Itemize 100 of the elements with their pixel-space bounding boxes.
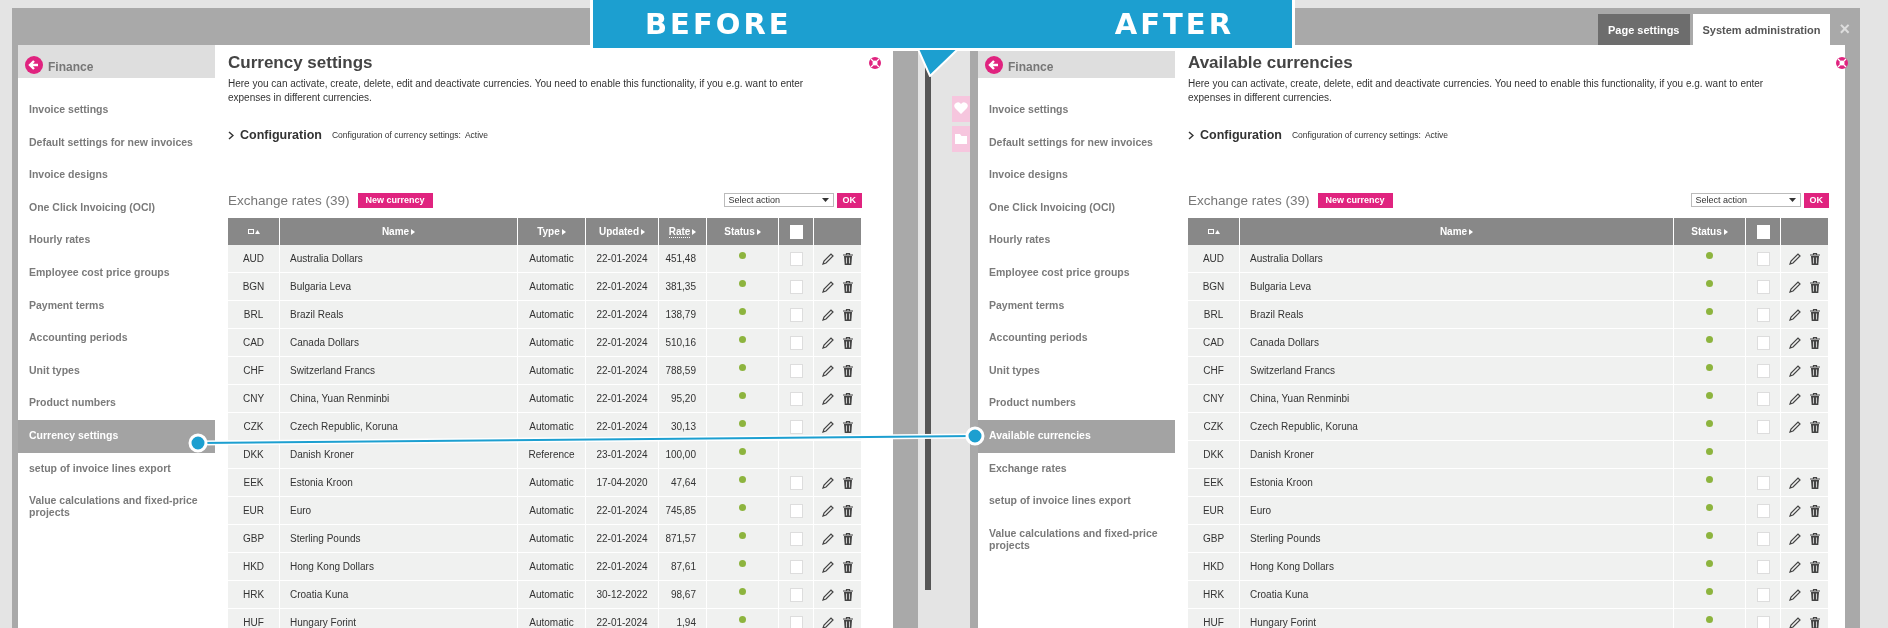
sidebar-item[interactable]: Employee cost price groups — [18, 256, 215, 290]
row-checkbox[interactable] — [1756, 615, 1770, 628]
trash-icon[interactable] — [1810, 560, 1820, 573]
row-checkbox[interactable] — [789, 615, 803, 628]
edit-icon[interactable] — [1789, 616, 1801, 628]
trash-icon[interactable] — [843, 504, 853, 517]
trash-icon[interactable] — [843, 420, 853, 433]
sidebar-item[interactable]: Hourly rates — [978, 224, 1175, 257]
trash-icon[interactable] — [843, 308, 853, 321]
trash-icon[interactable] — [1810, 476, 1820, 489]
sidebar-item[interactable]: Invoice settings — [978, 94, 1175, 127]
trash-icon[interactable] — [1810, 308, 1820, 321]
sidebar-item[interactable]: Default settings for new invoices — [18, 126, 215, 160]
edit-icon[interactable] — [822, 336, 834, 349]
edit-icon[interactable] — [822, 308, 834, 321]
trash-icon[interactable] — [843, 252, 853, 265]
row-checkbox[interactable] — [789, 531, 803, 546]
edit-icon[interactable] — [1789, 364, 1801, 377]
edit-icon[interactable] — [1789, 588, 1801, 601]
row-checkbox[interactable] — [1756, 335, 1770, 350]
edit-icon[interactable] — [822, 364, 834, 377]
row-checkbox[interactable] — [1756, 363, 1770, 378]
sidebar-item[interactable]: One Click Invoicing (OCI) — [18, 191, 215, 225]
sidebar-item[interactable]: Value calculations and fixed-price projects — [978, 517, 1175, 551]
trash-icon[interactable] — [843, 392, 853, 405]
trash-icon[interactable] — [843, 336, 853, 349]
action-select[interactable]: Select action — [1690, 193, 1801, 207]
trash-icon[interactable] — [843, 280, 853, 293]
edit-icon[interactable] — [822, 532, 834, 545]
row-checkbox[interactable] — [1756, 559, 1770, 574]
trash-icon[interactable] — [1810, 280, 1820, 293]
trash-icon[interactable] — [1810, 420, 1820, 433]
edit-icon[interactable] — [1789, 560, 1801, 573]
trash-icon[interactable] — [1810, 532, 1820, 545]
trash-icon[interactable] — [1810, 504, 1820, 517]
row-checkbox[interactable] — [789, 363, 803, 378]
configuration-toggle[interactable]: Configuration — [228, 128, 322, 142]
trash-icon[interactable] — [843, 588, 853, 601]
tab[interactable]: Page settings — [1597, 14, 1690, 45]
sidebar-item[interactable]: One Click Invoicing (OCI) — [978, 191, 1175, 225]
edit-icon[interactable] — [822, 420, 834, 433]
help-icon[interactable] — [1835, 56, 1849, 70]
edit-icon[interactable] — [1789, 280, 1801, 293]
row-checkbox[interactable] — [789, 251, 803, 266]
sidebar-item[interactable]: Available currencies — [978, 419, 1175, 453]
edit-icon[interactable] — [1789, 476, 1801, 489]
sidebar-item[interactable]: setup of invoice lines export — [978, 485, 1175, 518]
trash-icon[interactable] — [843, 476, 853, 489]
row-checkbox[interactable] — [789, 279, 803, 294]
trash-icon[interactable] — [843, 532, 853, 545]
sidebar-item[interactable]: Invoice designs — [18, 159, 215, 192]
row-checkbox[interactable] — [789, 559, 803, 574]
sidebar-item[interactable]: setup of invoice lines export — [18, 452, 215, 486]
ok-button[interactable]: OK — [836, 192, 862, 208]
sidebar-item[interactable]: Product numbers — [18, 387, 215, 420]
row-checkbox[interactable] — [789, 307, 803, 322]
edit-icon[interactable] — [1789, 252, 1801, 265]
sidebar-item[interactable]: Accounting periods — [978, 322, 1175, 355]
new-currency-button[interactable]: New currency — [357, 192, 433, 208]
sidebar-item[interactable]: Payment terms — [18, 289, 215, 323]
edit-icon[interactable] — [1789, 420, 1801, 433]
row-checkbox[interactable] — [1756, 587, 1770, 602]
edit-icon[interactable] — [1789, 504, 1801, 517]
sidebar-item[interactable]: Employee cost price groups — [978, 256, 1175, 290]
new-currency-button[interactable]: New currency — [1317, 192, 1393, 208]
trash-icon[interactable] — [1810, 364, 1820, 377]
row-checkbox[interactable] — [1756, 419, 1770, 434]
sidebar-item[interactable]: Product numbers — [978, 387, 1175, 420]
edit-icon[interactable] — [822, 504, 834, 517]
edit-icon[interactable] — [822, 560, 834, 573]
help-icon[interactable] — [868, 56, 882, 70]
sidebar-item[interactable]: Hourly rates — [18, 224, 215, 257]
tab[interactable]: System administration — [1692, 14, 1831, 45]
row-checkbox[interactable] — [789, 475, 803, 490]
sidebar-item[interactable]: Currency settings — [18, 419, 215, 453]
select-all-checkbox[interactable] — [1756, 224, 1770, 239]
action-select[interactable]: Select action — [723, 193, 834, 207]
edit-icon[interactable] — [822, 616, 834, 628]
sidebar-item[interactable]: Unit types — [978, 354, 1175, 388]
row-checkbox[interactable] — [1756, 307, 1770, 322]
trash-icon[interactable] — [843, 560, 853, 573]
sidebar-item[interactable]: Invoice designs — [978, 159, 1175, 192]
trash-icon[interactable] — [1810, 588, 1820, 601]
edit-icon[interactable] — [1789, 308, 1801, 321]
edit-icon[interactable] — [1789, 392, 1801, 405]
edit-icon[interactable] — [822, 476, 834, 489]
row-checkbox[interactable] — [789, 391, 803, 406]
row-checkbox[interactable] — [789, 419, 803, 434]
sidebar-item[interactable]: Default settings for new invoices — [978, 126, 1175, 160]
sidebar-item[interactable]: Value calculations and fixed-price projects — [18, 485, 215, 519]
sidebar-item[interactable]: Unit types — [18, 354, 215, 388]
row-checkbox[interactable] — [789, 503, 803, 518]
edit-icon[interactable] — [822, 392, 834, 405]
row-checkbox[interactable] — [789, 587, 803, 602]
sidebar-item[interactable]: Exchange rates — [978, 452, 1175, 486]
trash-icon[interactable] — [1810, 336, 1820, 349]
trash-icon[interactable] — [1810, 392, 1820, 405]
back-icon[interactable] — [985, 56, 1003, 74]
row-checkbox[interactable] — [1756, 279, 1770, 294]
sidebar-item[interactable]: Accounting periods — [18, 322, 215, 355]
